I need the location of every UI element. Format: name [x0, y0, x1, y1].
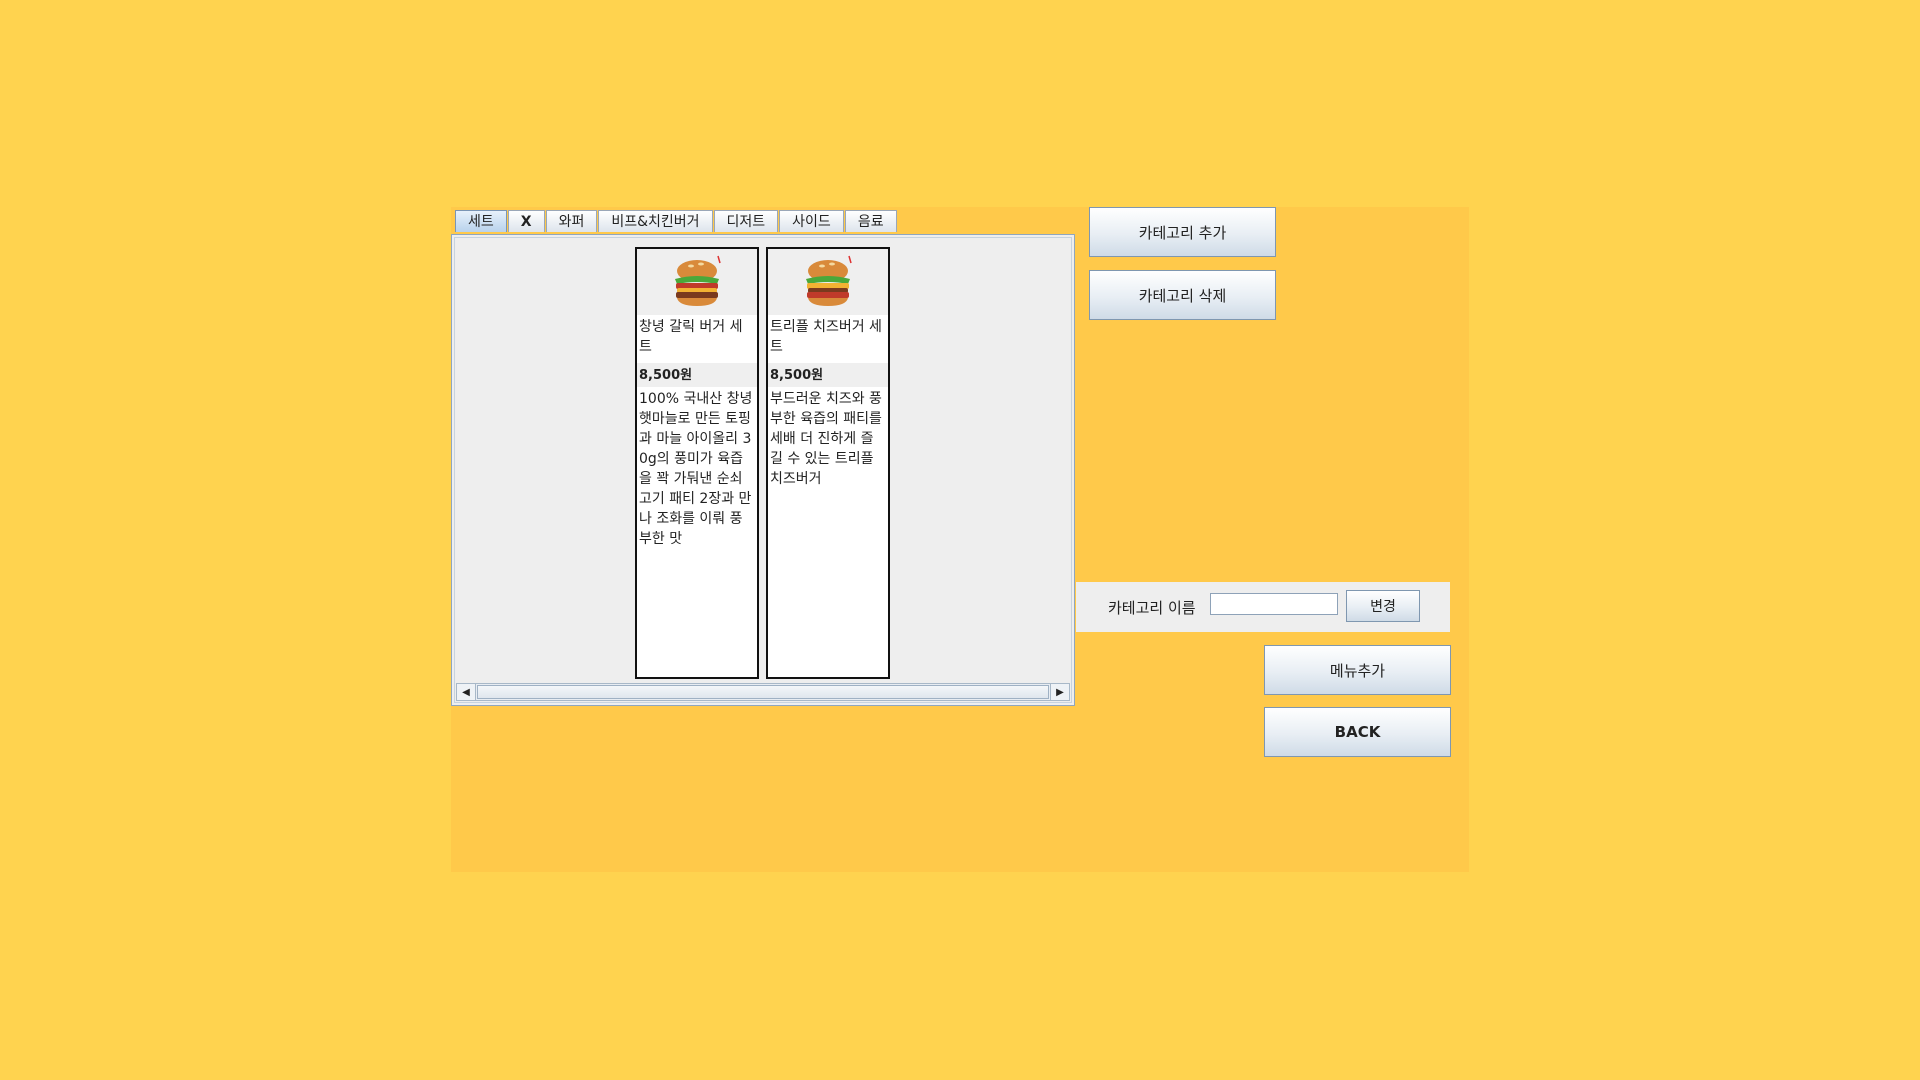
- horizontal-scrollbar[interactable]: ◀ ▶: [456, 683, 1070, 701]
- category-name-label: 카테고리 이름: [1108, 599, 1196, 617]
- tab-dessert[interactable]: 디저트: [713, 210, 779, 232]
- delete-category-button[interactable]: 카테고리 삭제: [1089, 270, 1276, 320]
- back-button[interactable]: BACK: [1264, 707, 1451, 757]
- menu-card[interactable]: 트리플 치즈버거 세트 8,500원 부드러운 치즈와 풍부한 육즙의 패티를 …: [766, 247, 890, 679]
- tab-drink[interactable]: 음료: [844, 210, 897, 232]
- category-rename-row: 카테고리 이름 변경: [1076, 582, 1450, 632]
- scroll-left-icon[interactable]: ◀: [457, 684, 476, 700]
- tab-side[interactable]: 사이드: [779, 210, 844, 232]
- pane-border: [454, 237, 1072, 703]
- tab-x[interactable]: X: [507, 210, 545, 232]
- tab-set[interactable]: 세트: [455, 210, 507, 232]
- add-menu-button[interactable]: 메뉴추가: [1264, 645, 1451, 695]
- menu-price: 8,500원: [637, 363, 757, 387]
- tab-whopper[interactable]: 와퍼: [545, 210, 598, 232]
- burger-icon: [675, 255, 721, 306]
- menu-card[interactable]: 창녕 갈릭 버거 세트 8,500원 100% 국내산 창녕 햇마늘로 만든 토…: [635, 247, 759, 679]
- tab-beef-chicken-burger[interactable]: 비프&치킨버거: [598, 210, 713, 232]
- menu-name: 트리플 치즈버거 세트: [768, 315, 888, 363]
- category-tabs: 세트 X 와퍼 비프&치킨버거 디저트 사이드 음료: [455, 210, 898, 234]
- add-category-button[interactable]: 카테고리 추가: [1089, 207, 1276, 257]
- menu-image: [637, 249, 757, 315]
- menu-list-pane: 창녕 갈릭 버거 세트 8,500원 100% 국내산 창녕 햇마늘로 만든 토…: [451, 234, 1075, 706]
- burger-icon: [806, 255, 852, 306]
- menu-description: 부드러운 치즈와 풍부한 육즙의 패티를 세배 더 진하게 즐길 수 있는 트리…: [770, 391, 882, 487]
- menu-name: 창녕 갈릭 버거 세트: [637, 315, 757, 363]
- menu-image: [768, 249, 888, 315]
- category-name-input[interactable]: [1210, 593, 1338, 615]
- scroll-right-icon[interactable]: ▶: [1050, 684, 1069, 700]
- scroll-thumb[interactable]: [477, 685, 1049, 699]
- menu-description: 100% 국내산 창녕 햇마늘로 만든 토핑과 마늘 아이올리 30g의 풍미가…: [639, 391, 753, 547]
- rename-button[interactable]: 변경: [1346, 590, 1420, 622]
- menu-price: 8,500원: [768, 363, 888, 387]
